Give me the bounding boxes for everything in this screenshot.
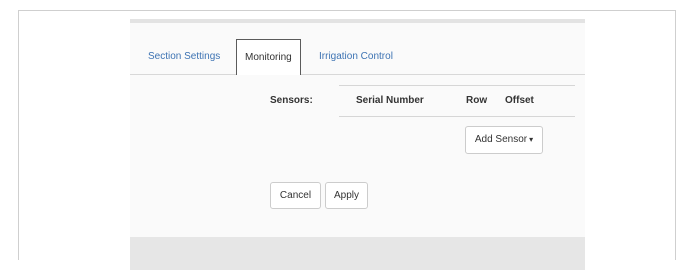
add-sensor-label: Add Sensor <box>474 134 528 145</box>
tab-bar: Section Settings Monitoring Irrigation C… <box>130 39 585 75</box>
column-header-offset: Offset <box>505 95 534 106</box>
tab-monitoring[interactable]: Monitoring <box>236 39 301 75</box>
sensors-table: Serial Number Row Offset <box>339 85 575 117</box>
apply-button[interactable]: Apply <box>325 182 368 209</box>
sensors-label: Sensors: <box>270 95 313 106</box>
tab-irrigation-control[interactable]: Irrigation Control <box>319 39 393 74</box>
caret-down-icon: ▾ <box>529 135 534 144</box>
cancel-button[interactable]: Cancel <box>270 182 321 209</box>
panel-top-rule <box>130 19 585 23</box>
column-header-serial-number: Serial Number <box>356 95 424 106</box>
tab-divider <box>130 74 585 75</box>
tab-section-settings[interactable]: Section Settings <box>148 39 220 74</box>
settings-panel: Section Settings Monitoring Irrigation C… <box>130 19 585 270</box>
column-header-row: Row <box>466 95 488 106</box>
add-sensor-button[interactable]: Add Sensor ▾ <box>465 126 543 154</box>
